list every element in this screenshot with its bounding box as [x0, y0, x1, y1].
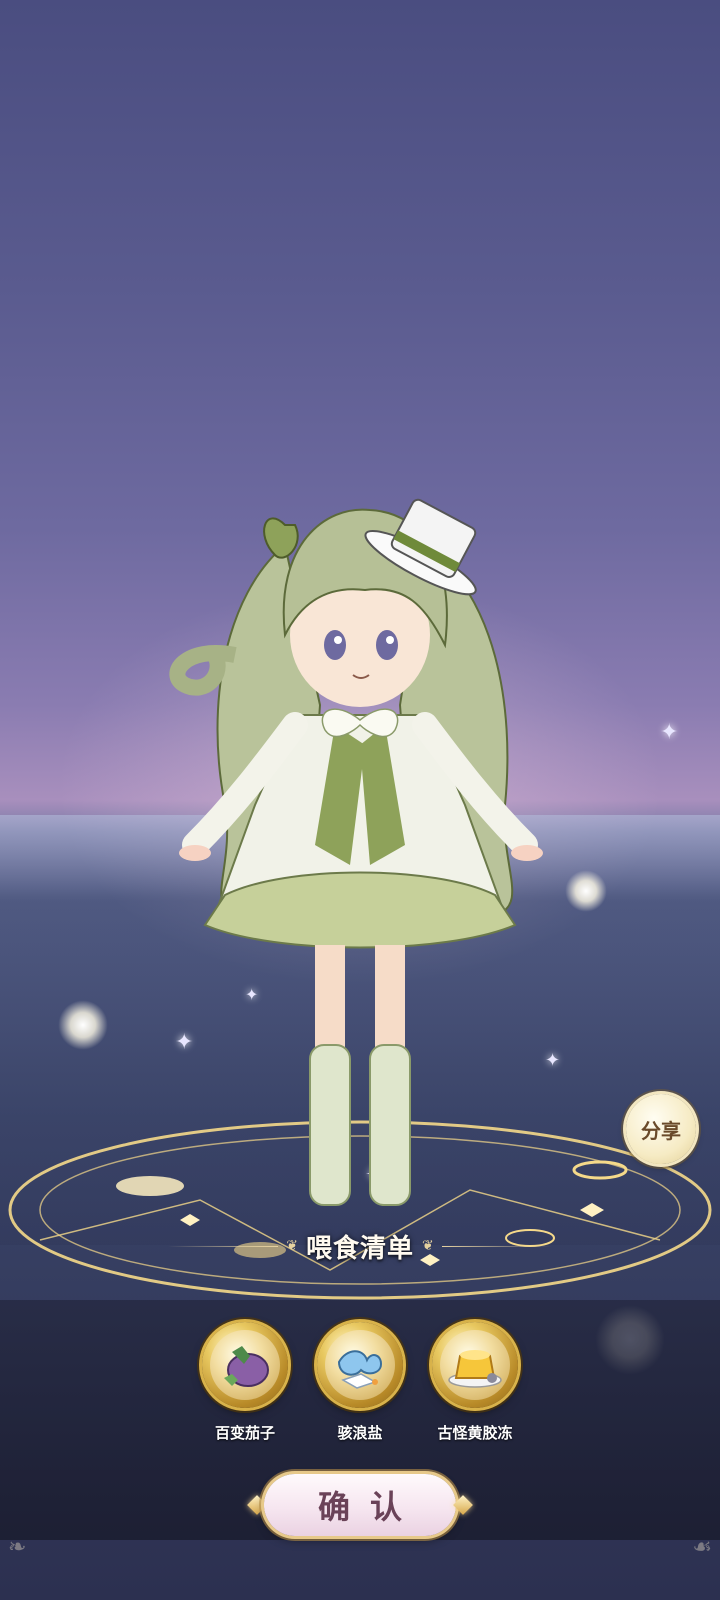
yellow-jelly-icon: [448, 1350, 502, 1388]
food-orb: [317, 1322, 403, 1408]
feed-list-title: 喂食清单: [305, 1233, 414, 1264]
sparkle-icon: ✦: [660, 720, 679, 745]
leaf-ornament-icon: ❦: [422, 1238, 434, 1254]
food-item-eggplant[interactable]: 百变茄子: [190, 1322, 300, 1443]
divider: [441, 1245, 552, 1247]
light-orb: [565, 870, 607, 912]
eggplant-icon: [224, 1346, 269, 1387]
food-label: 骇浪盐: [337, 1424, 383, 1442]
food-orb: [432, 1322, 518, 1408]
diamond-ornament-icon: [453, 1495, 473, 1515]
light-orb: [58, 1000, 108, 1050]
food-list: 百变茄子 骇浪盐 古怪黄胶冻: [0, 1322, 720, 1442]
divider: [168, 1245, 279, 1247]
food-label: 古怪黄胶冻: [437, 1424, 513, 1442]
share-button[interactable]: 分享: [626, 1094, 696, 1164]
corner-ornament-icon: ☙: [692, 1535, 712, 1560]
food-label: 百变茄子: [214, 1424, 275, 1442]
leaf-ornament-icon: ❦: [286, 1238, 298, 1254]
food-item-yellow-jelly[interactable]: 古怪黄胶冻: [420, 1322, 530, 1443]
character-figure: [169, 498, 543, 1206]
confirm-button[interactable]: 确认: [264, 1474, 456, 1536]
confirm-button-wrap: 确认: [247, 1474, 473, 1540]
corner-ornament-icon: ❧: [8, 1535, 27, 1560]
food-item-wave-salt[interactable]: 骇浪盐: [305, 1322, 415, 1443]
food-orb: [202, 1322, 288, 1408]
wave-salt-icon: [337, 1350, 383, 1389]
feed-list-header: ❦ 喂食清单 ❦: [0, 1226, 720, 1266]
